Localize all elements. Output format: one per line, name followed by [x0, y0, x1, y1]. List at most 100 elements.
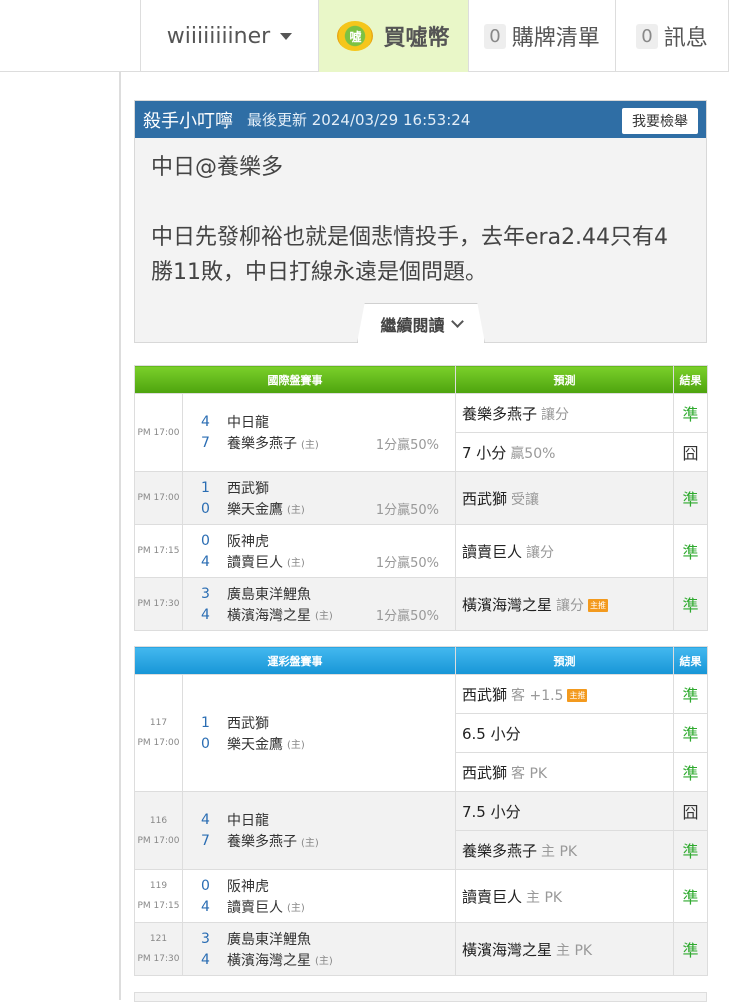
away-team: 中日龍 — [227, 415, 269, 431]
buy-coins-button[interactable]: 噓 買噓幣 — [318, 0, 468, 72]
game-time-cell: PM 17:00 — [134, 471, 183, 525]
away-score: 3 — [201, 930, 210, 947]
game-time-cell: 121 PM 17:30 — [134, 922, 183, 976]
odds-text: 1分贏50% — [375, 437, 439, 453]
prediction-pick: 西武獅 — [462, 685, 508, 704]
home-marker: (主) — [287, 558, 305, 569]
prediction-pick: 養樂多燕子 — [462, 404, 538, 423]
prediction-cell: 橫濱海灣之星 讓分 主推 — [455, 577, 674, 631]
cart-label: 購牌清單 — [511, 26, 600, 51]
prediction-type: 主 PK — [526, 889, 563, 906]
game-teams-cell: 1 西武獅 0 樂天金鷹 (主) 1分贏50% — [182, 471, 456, 525]
away-team: 廣島東洋鯉魚 — [227, 931, 311, 948]
prediction-cell: 橫濱海灣之星主 PK — [455, 922, 674, 976]
result-cell: 準 — [673, 674, 708, 714]
prediction-type: 讓分 — [556, 597, 585, 614]
prediction-cell: 西武獅客 +1.5 主推 — [455, 674, 674, 714]
game-time: PM 17:00 — [137, 738, 180, 748]
prediction-pick: 養樂多燕子 — [462, 841, 538, 860]
cart-button[interactable]: 0 購牌清單 — [468, 0, 615, 72]
home-marker: (主) — [315, 611, 333, 622]
home-team: 養樂多燕子 — [227, 834, 297, 850]
prediction-cell: 西武獅 受讓 — [455, 471, 674, 525]
prediction-cell: 6.5 小分 — [455, 713, 674, 753]
prediction-cell: 7 小分 贏50% — [455, 432, 674, 472]
username: wiiiiiiiiner — [166, 23, 271, 49]
away-team-line: 0 阪神虎 — [201, 875, 455, 896]
game-time: PM 17:00 — [137, 835, 180, 846]
post-body: 中日@養樂多 中日先發柳裕也就是個悲情投手，去年era2.44只有4勝11敗，中… — [135, 138, 706, 290]
home-score: 4 — [201, 606, 210, 623]
home-score: 4 — [201, 951, 210, 968]
buy-coins-label: 買噓幣 — [383, 26, 450, 51]
intl-pred-header: 預測 — [455, 365, 674, 394]
odds-text: 1分贏50% — [375, 503, 439, 518]
read-more-label: 繼續閱讀 — [380, 315, 445, 335]
away-team-line: 1 西武獅 — [201, 477, 455, 498]
home-team-line: 0 樂天金鷹 (主) — [201, 733, 455, 754]
report-button[interactable]: 我要檢舉 — [622, 108, 698, 134]
away-team: 阪神虎 — [227, 878, 269, 895]
game-teams-cell: 4 中日龍 7 養樂多燕子 (主) — [182, 791, 456, 870]
game-time-cell: PM 17:30 — [134, 577, 183, 631]
messages-button[interactable]: 0 訊息 — [615, 0, 729, 72]
messages-count-badge: 0 — [636, 23, 658, 49]
prediction-type: 贏50% — [510, 445, 556, 462]
game-number: 119 — [149, 881, 168, 891]
game-time: PM 17:00 — [137, 493, 180, 503]
away-team: 廣島東洋鯉魚 — [227, 586, 311, 603]
game-teams-cell: 3 廣島東洋鯉魚 4 橫濱海灣之星 (主) 1分贏50% — [182, 577, 456, 631]
post-title: 中日@養樂多 — [151, 155, 284, 180]
post-updated: 最後更新 2024/03/29 16:53:24 — [247, 111, 471, 129]
home-score: 7 — [201, 435, 210, 451]
prediction-type: 客 PK — [511, 765, 548, 782]
home-team: 橫濱海灣之星 — [227, 607, 311, 624]
home-team: 樂天金鷹 — [227, 736, 283, 753]
table-row: 116 PM 17:00 4 中日龍 7 養樂多燕子 (主) 7.5 小分 囧 — [134, 791, 708, 870]
prediction-pick: 7.5 小分 — [462, 802, 521, 821]
home-team: 橫濱海灣之星 — [227, 952, 311, 969]
home-score: 4 — [201, 553, 210, 570]
home-score: 0 — [201, 735, 210, 752]
prediction-pick: 讀賣巨人 — [462, 887, 523, 906]
caret-down-icon — [280, 32, 293, 40]
away-score: 1 — [201, 479, 210, 496]
home-marker: (主) — [287, 505, 305, 516]
result-cell: 囧 — [673, 791, 708, 831]
prediction-pick: 橫濱海灣之星 — [462, 595, 553, 614]
home-score: 7 — [201, 833, 210, 849]
game-time-cell: 116 PM 17:00 — [134, 791, 183, 870]
game-number: 117 — [149, 718, 168, 728]
home-team-line: 4 讀賣巨人 (主) — [201, 896, 455, 917]
game-time-cell: 117 PM 17:00 — [134, 674, 183, 792]
table-row: PM 17:30 3 廣島東洋鯉魚 4 橫濱海灣之星 (主) 1分贏50% 橫濱海灣之星 讓分主… — [134, 577, 708, 631]
game-time: PM 17:15 — [137, 901, 180, 911]
prediction-cell: 養樂多燕子主 PK — [455, 830, 674, 870]
home-team: 讀賣巨人 — [227, 899, 283, 916]
away-score: 4 — [201, 812, 210, 828]
home-score: 0 — [201, 500, 210, 517]
featured-badge: 主推 — [588, 598, 609, 612]
game-time: PM 17:00 — [137, 427, 180, 438]
away-score: 3 — [201, 585, 210, 602]
prediction-type: 受讓 — [511, 491, 540, 508]
prediction-cell: 養樂多燕子 讓分 — [455, 393, 674, 433]
away-team-line: 3 廣島東洋鯉魚 — [201, 583, 455, 604]
home-team-line: 0 樂天金鷹 (主) 1分贏50% — [201, 498, 455, 519]
post-author[interactable]: 殺手小叮嚀 — [143, 107, 233, 133]
result-cell: 準 — [673, 830, 708, 870]
prediction-type: 主 PK — [541, 843, 578, 860]
lottery-result-header: 結果 — [673, 646, 708, 675]
game-teams-cell: 4 中日龍 7 養樂多燕子 (主) 1分贏50% — [182, 393, 456, 472]
game-number: 121 — [149, 934, 168, 944]
game-time-cell: PM 17:00 — [134, 393, 183, 472]
home-marker: (主) — [301, 837, 319, 849]
result-cell: 囧 — [673, 432, 708, 472]
away-score: 0 — [201, 877, 210, 894]
user-menu[interactable]: wiiiiiiiiner — [140, 0, 318, 72]
read-more-button[interactable]: 繼續閱讀 — [357, 303, 485, 343]
intl-games-table: 國際盤賽事 預測 結果 PM 17:00 4 中日龍 7 養樂多燕子 (主) 1分贏50% 養… — [134, 365, 708, 631]
home-team-line: 4 橫濱海灣之星 (主) — [201, 949, 455, 970]
home-marker: (主) — [315, 956, 333, 967]
home-team-line: 4 橫濱海灣之星 (主) 1分贏50% — [201, 604, 455, 625]
